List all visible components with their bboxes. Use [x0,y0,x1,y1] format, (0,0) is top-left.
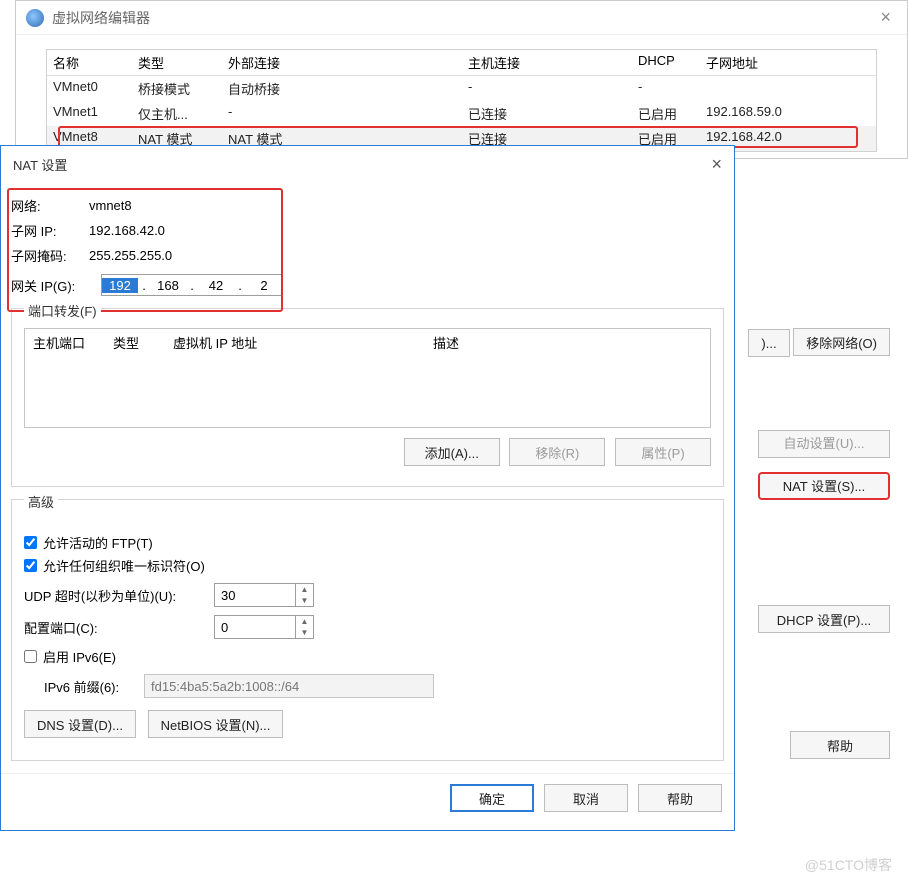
oui-checkbox[interactable] [24,559,37,572]
cfg-port-label: 配置端口(C): [24,618,214,637]
ftp-checkbox[interactable] [24,536,37,549]
remove-button[interactable]: 移除(R) [509,438,605,466]
main-title: 虚拟网络编辑器 [52,8,150,28]
ip-octet-3[interactable]: 42 [198,278,234,293]
table-row[interactable]: VMnet0 桥接模式 自动桥接 - - [47,76,876,101]
udp-timeout-field: UDP 超时(以秒为单位)(U): ▲▼ [24,583,711,607]
auto-settings-button[interactable]: 自动设置(U)... [758,430,890,458]
adv-legend: 高级 [24,492,58,511]
dialog-footer: 确定 取消 帮助 [1,773,734,830]
chevron-up-icon: ▲ [296,584,313,595]
main-help-button[interactable]: 帮助 [790,731,890,759]
dialog-help-button[interactable]: 帮助 [638,784,722,812]
spinner-arrows[interactable]: ▲▼ [295,584,313,606]
network-info: 网络:vmnet8 子网 IP:192.168.42.0 子网掩码:255.25… [11,191,724,270]
allow-any-oui[interactable]: 允许任何组织唯一标识符(O) [24,556,711,575]
advanced-group: 高级 允许活动的 FTP(T) 允许任何组织唯一标识符(O) UDP 超时(以秒… [11,499,724,761]
udp-timeout-spinner[interactable]: ▲▼ [214,583,314,607]
network-table: 名称 类型 外部连接 主机连接 DHCP 子网地址 VMnet0 桥接模式 自动… [46,49,877,152]
col-ext: 外部连接 [228,53,468,72]
watermark: @51CTO博客 [805,855,892,875]
col-type: 类型 [138,53,228,72]
main-help-area: 帮助 [790,731,890,767]
enable-ipv6[interactable]: 启用 IPv6(E) [24,647,711,666]
pf-col-vm-ip: 虚拟机 IP 地址 [173,333,433,352]
chevron-down-icon: ▼ [296,627,313,638]
pf-col-desc: 描述 [433,333,702,352]
ok-button[interactable]: 确定 [450,784,534,812]
mask-label: 子网掩码: [11,246,89,265]
dialog-titlebar: NAT 设置 × [1,146,734,183]
chevron-up-icon: ▲ [296,616,313,627]
net-value: vmnet8 [89,198,132,213]
pf-col-type: 类型 [113,333,173,352]
main-right-buttons: )... 移除网络(O) [748,328,890,365]
spinner-arrows[interactable]: ▲▼ [295,616,313,638]
dns-netbios-row: DNS 设置(D)... NetBIOS 设置(N)... [24,710,711,746]
config-port-input[interactable] [215,616,295,638]
dialog-title: NAT 设置 [13,155,67,174]
gateway-ip-row: 网关 IP(G): 192. 168. 42. 2 [11,274,724,296]
pf-legend: 端口转发(F) [24,301,101,320]
dhcp-settings-button[interactable]: DHCP 设置(P)... [758,605,890,633]
netbios-settings-button[interactable]: NetBIOS 设置(N)... [148,710,284,738]
ipv6-prefix-field: IPv6 前缀(6): [44,674,711,698]
subnet-label: 子网 IP: [11,221,89,240]
remove-network-button[interactable]: 移除网络(O) [793,328,890,356]
col-subnet: 子网地址 [706,53,870,72]
net-label: 网络: [11,196,89,215]
config-port-spinner[interactable]: ▲▼ [214,615,314,639]
udp-label: UDP 超时(以秒为单位)(U): [24,586,214,605]
ipv6-label: 启用 IPv6(E) [43,647,116,666]
udp-timeout-input[interactable] [215,584,295,606]
col-host: 主机连接 [468,53,638,72]
network-table-header: 名称 类型 外部连接 主机连接 DHCP 子网地址 [47,50,876,76]
pf-list[interactable]: 主机端口 类型 虚拟机 IP 地址 描述 [24,328,711,428]
truncated-button[interactable]: )... [748,329,789,357]
add-button[interactable]: 添加(A)... [404,438,500,466]
oui-label: 允许任何组织唯一标识符(O) [43,556,205,575]
app-icon [26,9,44,27]
main-titlebar: 虚拟网络编辑器 × [16,1,907,35]
ipv6-prefix-label: IPv6 前缀(6): [44,677,144,696]
allow-active-ftp[interactable]: 允许活动的 FTP(T) [24,533,711,552]
cancel-button[interactable]: 取消 [544,784,628,812]
ipv6-checkbox[interactable] [24,650,37,663]
ip-octet-4[interactable]: 2 [246,278,282,293]
gateway-ip-input[interactable]: 192. 168. 42. 2 [101,274,283,296]
mask-value: 255.255.255.0 [89,248,172,263]
ftp-label: 允许活动的 FTP(T) [43,533,153,552]
pf-col-host-port: 主机端口 [33,333,113,352]
properties-button[interactable]: 属性(P) [615,438,711,466]
virtual-network-editor-window: 虚拟网络编辑器 × 名称 类型 外部连接 主机连接 DHCP 子网地址 VMne… [15,0,908,159]
pf-header: 主机端口 类型 虚拟机 IP 地址 描述 [25,329,710,356]
chevron-down-icon: ▼ [296,595,313,606]
main-settings-buttons: 自动设置(U)... NAT 设置(S)... [758,430,890,514]
nat-settings-dialog: NAT 设置 × 网络:vmnet8 子网 IP:192.168.42.0 子网… [0,145,735,831]
pf-buttons: 添加(A)... 移除(R) 属性(P) [24,438,711,474]
close-icon[interactable]: × [874,7,897,28]
col-dhcp: DHCP [638,53,706,72]
ip-octet-1[interactable]: 192 [102,278,138,293]
dns-settings-button[interactable]: DNS 设置(D)... [24,710,136,738]
config-port-field: 配置端口(C): ▲▼ [24,615,711,639]
gateway-label: 网关 IP(G): [11,276,101,295]
col-name: 名称 [53,53,138,72]
dhcp-settings-area: DHCP 设置(P)... [758,605,890,641]
ip-octet-2[interactable]: 168 [150,278,186,293]
nat-settings-button[interactable]: NAT 设置(S)... [758,472,890,500]
table-row[interactable]: VMnet1 仅主机... - 已连接 已启用 192.168.59.0 [47,101,876,126]
subnet-value: 192.168.42.0 [89,223,165,238]
ipv6-prefix-input [144,674,434,698]
close-icon[interactable]: × [711,154,722,175]
port-forwarding-group: 端口转发(F) 主机端口 类型 虚拟机 IP 地址 描述 添加(A)... 移除… [11,308,724,487]
